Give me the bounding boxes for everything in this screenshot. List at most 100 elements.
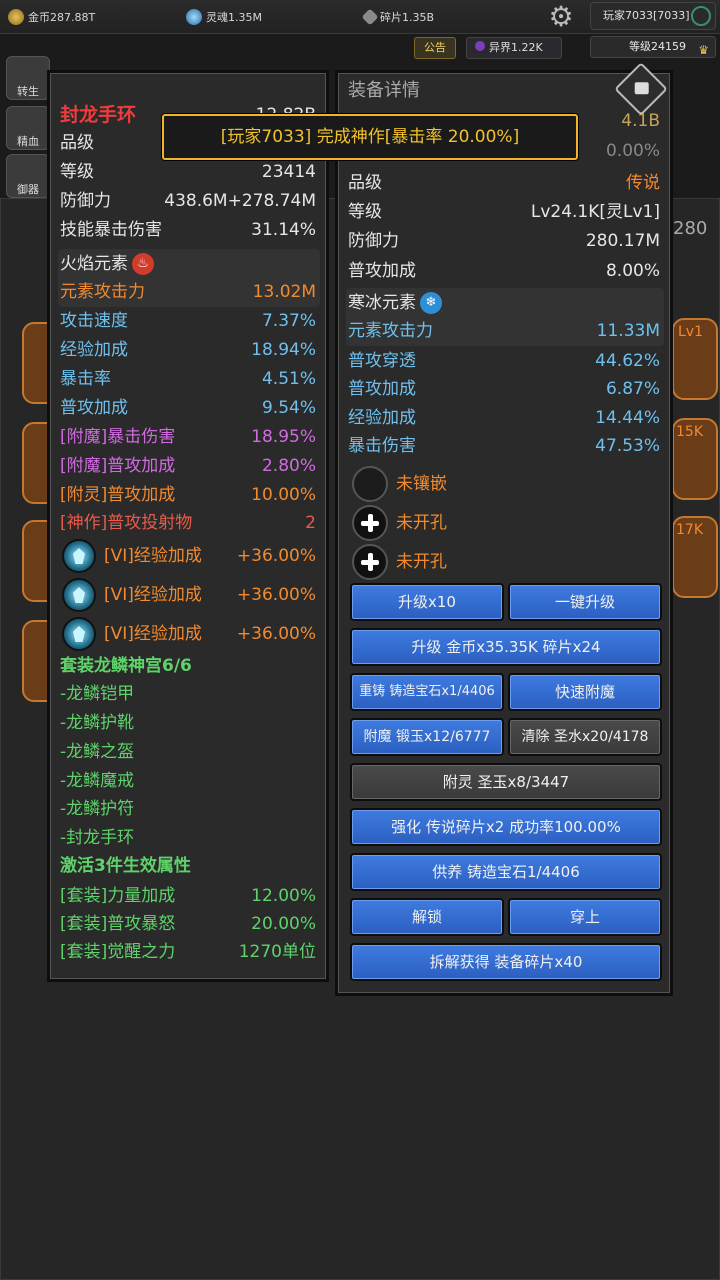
set-item-row: -龙鳞护符 — [60, 795, 316, 823]
stat-label: 暴击率 — [60, 369, 111, 389]
closed-socket-label: 未开孔 — [396, 513, 447, 533]
player-name-box[interactable]: 玩家7033[7033] — [590, 2, 716, 30]
gem-value: +36.00% — [236, 546, 316, 566]
announcement-banner: [玩家7033] 完成神作[暴击率 20.00%] — [162, 114, 578, 160]
shard-icon — [361, 8, 379, 26]
element-title-row: 火焰元素 ♨ — [60, 250, 316, 278]
empty-socket-label: 未镶嵌 — [396, 474, 447, 494]
divine-row: [神作]普攻投射物 2 — [60, 509, 316, 537]
player-emblem-icon — [691, 6, 711, 26]
element-attack-value: 13.02M — [252, 282, 316, 302]
quality-label: 品级 — [60, 133, 94, 153]
stat-row: 经验加成 18.94% — [60, 336, 316, 364]
defense-label: 防御力 — [348, 231, 399, 251]
stat-value: 18.94% — [251, 340, 316, 360]
enchant-label: [附魔]暴击伤害 — [60, 427, 176, 447]
crown-icon: ♛ — [698, 43, 709, 57]
closed-socket-label: 未开孔 — [396, 552, 447, 572]
resource-bar: 金币287.88T 灵魂1.35M 碎片1.35B ⚙ 玩家7033[7033] — [0, 0, 720, 34]
notice-button[interactable]: 公告 — [414, 37, 456, 59]
set-effect-label: [套装]普攻暴怒 — [60, 914, 176, 934]
quick-enchant-button[interactable]: 快速附魔 — [508, 673, 662, 711]
element-title-row: 寒冰元素 ❄ — [348, 289, 660, 317]
defense-label: 防御力 — [60, 191, 111, 211]
stat-label: 暴击伤害 — [348, 436, 416, 456]
set-item: -封龙手环 — [60, 828, 135, 848]
player-name: 玩家7033[7033] — [603, 9, 690, 22]
gem-icon[interactable] — [62, 539, 96, 573]
enchant-value: 2.80% — [261, 456, 316, 476]
clear-enchant-button[interactable]: 清除 圣水x20/4178 — [508, 718, 662, 756]
level-label: 等级 — [60, 162, 94, 182]
spirit-attach-button[interactable]: 附灵 圣玉x8/3447 — [350, 763, 662, 801]
quality-label: 品级 — [348, 173, 382, 193]
detail-header: 装备详情 — [348, 80, 420, 101]
defense-row: 防御力 438.6M+278.74M — [60, 187, 316, 215]
nurture-button[interactable]: 供养 铸造宝石1/4406 — [350, 853, 662, 891]
stat-value: 47.53% — [595, 436, 660, 456]
background-number: 280 — [673, 218, 708, 239]
element-attack-value: 11.33M — [596, 321, 660, 341]
normal-bonus-label: 普攻加成 — [348, 261, 416, 281]
settings-gear-icon[interactable]: ⚙ — [545, 2, 577, 34]
defense-value: 280.17M — [585, 231, 660, 251]
level-row: 等级 23414 — [60, 158, 316, 186]
gem-row: [VI]经验加成 +36.00% — [104, 542, 316, 570]
shard-counter: 碎片1.35B — [361, 8, 435, 26]
one-key-upgrade-button[interactable]: 一键升级 — [508, 583, 662, 621]
set-effect-label: [套装]力量加成 — [60, 886, 176, 906]
quality-value: 传说 — [626, 173, 660, 193]
set-item: -龙鳞护符 — [60, 799, 135, 819]
add-socket-icon[interactable] — [352, 544, 388, 580]
gold-coin-icon — [8, 9, 24, 25]
level-value: 23414 — [261, 162, 316, 182]
strengthen-button[interactable]: 强化 传说碎片x2 成功率100.00% — [350, 808, 662, 846]
otherworld-counter[interactable]: 异界1.22K — [466, 37, 562, 59]
set-item-row: -龙鳞护靴 — [60, 709, 316, 737]
set-item-row: -龙鳞魔戒 — [60, 767, 316, 795]
stat-row: 攻击速度 7.37% — [60, 307, 316, 335]
set-item-row: -龙鳞铠甲 — [60, 680, 316, 708]
enchant-button[interactable]: 附魔 锻玉x12/6777 — [350, 718, 504, 756]
shard-amount: 碎片1.35B — [380, 11, 435, 24]
set-effect-title: 激活3件生效属性 — [60, 856, 191, 876]
stat-row: 暴击伤害 47.53% — [348, 432, 660, 460]
unlock-button[interactable]: 解锁 — [350, 898, 504, 936]
gem-icon[interactable] — [62, 578, 96, 612]
slot-level-label: 17K — [676, 522, 703, 538]
gem-icon[interactable] — [62, 617, 96, 651]
defend-button[interactable]: 御器 — [6, 154, 50, 198]
recast-button[interactable]: 重铸 铸造宝石x1/4406 — [350, 673, 504, 711]
rebirth-button[interactable]: 转生 — [6, 56, 50, 100]
dismantle-button[interactable]: 拆解获得 装备碎片x40 — [350, 943, 662, 981]
otherworld-amount: 异界1.22K — [489, 41, 543, 54]
add-socket-icon[interactable] — [352, 505, 388, 541]
stat-value: 4.51% — [261, 369, 316, 389]
upgrade-cost-button[interactable]: 升级 金币x35.35K 碎片x24 — [350, 628, 662, 666]
refine-button[interactable]: 精血 — [6, 106, 50, 150]
compare-rate: 0.00% — [605, 141, 660, 161]
slot-level-label: Lv1 — [678, 324, 703, 340]
portal-icon — [475, 41, 485, 51]
spirit-row: [附灵]普攻加成 10.00% — [60, 481, 316, 509]
background-slot-right-1: Lv1 — [672, 318, 718, 400]
level-value: Lv24.1K[灵Lv1] — [530, 202, 660, 222]
background-slot-right-2: 15K — [672, 418, 718, 500]
set-item-row: -封龙手环 — [60, 824, 316, 852]
quality-row: 品级 传说 — [348, 169, 660, 197]
gem-row: [VI]经验加成 +36.00% — [104, 581, 316, 609]
upgrade-x10-button[interactable]: 升级x10 — [350, 583, 504, 621]
item-detail-panel: 装备详情 4.1B 0.00% 品级 传说 等级 Lv24.1K[灵Lv1] 防… — [335, 70, 673, 996]
gold-amount: 金币287.88T — [28, 11, 96, 24]
stat-value: 9.54% — [261, 398, 316, 418]
soul-counter: 灵魂1.35M — [186, 9, 262, 25]
gem-label: [VI]经验加成 — [104, 624, 202, 644]
stat-row: 经验加成 14.44% — [348, 404, 660, 432]
enchant-row: [附魔]暴击伤害 18.95% — [60, 423, 316, 451]
snowflake-icon: ❄ — [420, 292, 442, 314]
empty-socket-icon[interactable] — [352, 466, 388, 502]
set-item: -龙鳞铠甲 — [60, 684, 135, 704]
detail-header-row: 装备详情 — [348, 77, 660, 105]
equip-button[interactable]: 穿上 — [508, 898, 662, 936]
set-effect-row: [套装]力量加成 12.00% — [60, 882, 316, 910]
